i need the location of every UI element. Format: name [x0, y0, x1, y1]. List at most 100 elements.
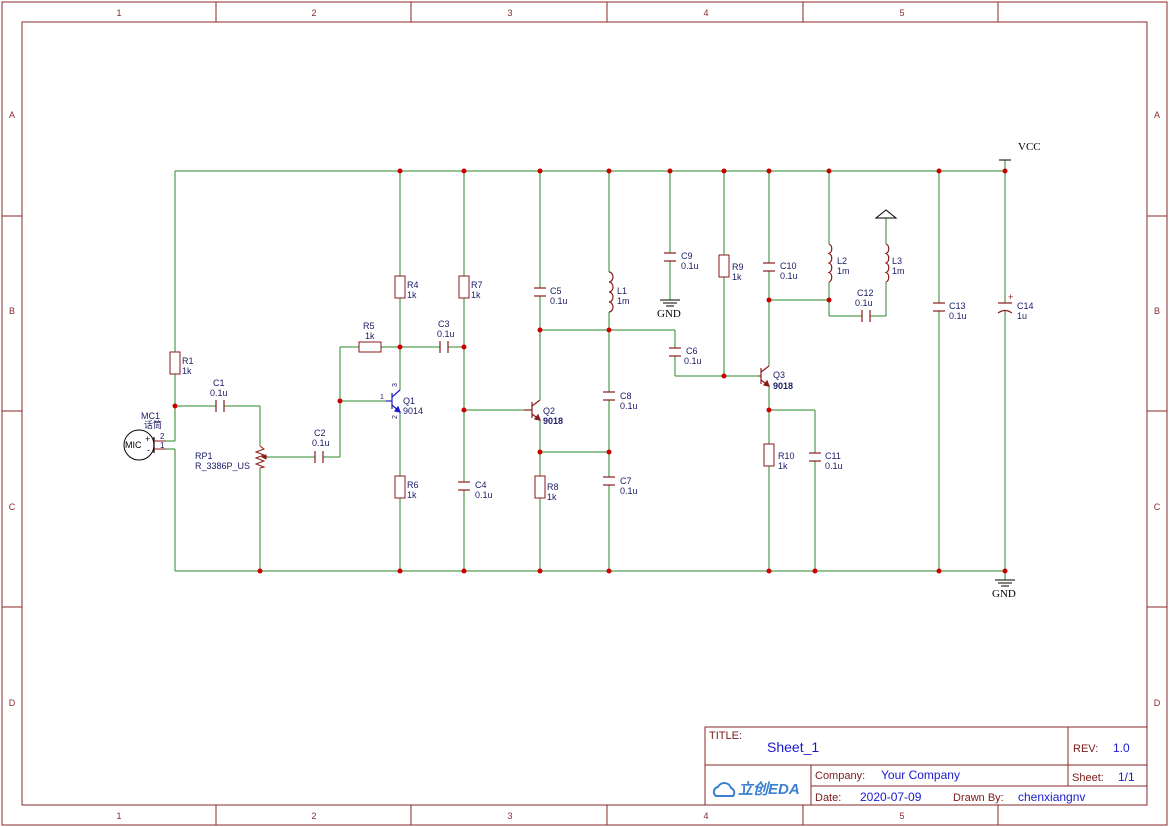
c12-ref: C12 [857, 288, 874, 298]
col-label-bottom: 3 [507, 811, 512, 821]
transistor-q1-symbol [386, 389, 401, 413]
r10-value: 1k [778, 461, 788, 471]
l1-value: 1m [617, 296, 630, 306]
r1-ref: R1 [182, 356, 194, 366]
junctions [172, 168, 1008, 574]
logo-text: 立创EDA [738, 780, 800, 798]
col-label-top: 3 [507, 8, 512, 18]
c14-value: 1u [1017, 311, 1027, 321]
c2-ref: C2 [314, 428, 326, 438]
gnd-label-c9: GND [657, 308, 681, 320]
date-key: Date: [815, 792, 841, 804]
col-label-top: 4 [703, 8, 708, 18]
c2-value: 0.1u [312, 438, 330, 448]
r5-ref: R5 [363, 321, 375, 331]
r7-value: 1k [471, 290, 481, 300]
frame-column-labels: 1 2 3 4 5 1 2 3 4 5 [116, 8, 904, 821]
l2-value: 1m [837, 266, 850, 276]
l3-ref: L3 [892, 256, 902, 266]
c7-ref: C7 [620, 476, 632, 486]
mic-body-label: MIC [125, 440, 142, 450]
mic-pin2-label: 2 [160, 432, 165, 441]
c4-ref: C4 [475, 480, 487, 490]
q2-ref: Q2 [543, 406, 555, 416]
c6-ref: C6 [686, 346, 698, 356]
r6-ref: R6 [407, 480, 419, 490]
component-labels: R1 1k C1 0.1u RP1 R_3386P_US C2 0.1u R5 … [182, 251, 1034, 502]
r9-ref: R9 [732, 262, 744, 272]
r8-value: 1k [547, 492, 557, 502]
r10-ref: R10 [778, 451, 795, 461]
l1-ref: L1 [617, 286, 627, 296]
c13-value: 0.1u [949, 311, 967, 321]
c14-plus-sign: + [1008, 292, 1013, 302]
c9-value: 0.1u [681, 261, 699, 271]
frame-row-labels: A B C D A B C D [9, 110, 1161, 708]
c10-ref: C10 [780, 261, 797, 271]
c3-ref: C3 [438, 319, 450, 329]
rev-value: 1.0 [1113, 741, 1130, 755]
q3-value: 9018 [773, 381, 793, 391]
c5-value: 0.1u [550, 296, 568, 306]
inductors [608, 243, 890, 313]
q1-value: 9014 [403, 406, 423, 416]
r5-value: 1k [365, 331, 375, 341]
r4-value: 1k [407, 290, 417, 300]
c7-value: 0.1u [620, 486, 638, 496]
capacitors [215, 252, 1013, 491]
date-value: 2020-07-09 [860, 790, 922, 804]
c9-ref: C9 [681, 251, 693, 261]
c1-ref: C1 [213, 378, 225, 388]
mc1-value: 话筒 [144, 419, 162, 430]
vcc-symbol: VCC [999, 141, 1041, 161]
mic-pin1-label: 1 [160, 441, 165, 450]
wires [166, 160, 1006, 580]
row-label-right: B [1154, 306, 1160, 316]
q1-ref: Q1 [403, 396, 415, 406]
c6-value: 0.1u [684, 356, 702, 366]
gnd-symbol-c9 [660, 299, 680, 307]
rev-key: REV: [1073, 743, 1098, 755]
c8-value: 0.1u [620, 401, 638, 411]
transistor-q3-symbol [759, 365, 770, 387]
r7-ref: R7 [471, 280, 483, 290]
r9-value: 1k [732, 272, 742, 282]
c3-value: 0.1u [437, 329, 455, 339]
row-label-right: D [1154, 698, 1161, 708]
title-key: TITLE: [709, 730, 742, 742]
rp1-value: R_3386P_US [195, 461, 250, 471]
l2-ref: L2 [837, 256, 847, 266]
c8-ref: C8 [620, 391, 632, 401]
row-label-right: A [1154, 110, 1160, 120]
gnd-label: GND [992, 588, 1016, 600]
sheet-value: 1/1 [1118, 770, 1135, 784]
drawing-frame [1, 1, 1168, 826]
drawn-by-key: Drawn By: [953, 792, 1004, 804]
row-label-left: B [9, 306, 15, 316]
r1-value: 1k [182, 366, 192, 376]
c12-value: 0.1u [855, 298, 873, 308]
q1-pin2-label: 2 [392, 415, 399, 419]
schematic-sheet: 1 2 3 4 5 1 2 3 4 5 A B C D A B C D VCC … [1, 1, 1168, 826]
q1-pin1-label: 1 [380, 394, 384, 401]
mic-plus-label: + [145, 434, 150, 444]
c11-ref: C11 [825, 451, 841, 461]
c13-ref: C13 [949, 301, 966, 311]
q2-value: 9018 [543, 416, 563, 426]
rp1-ref: RP1 [195, 451, 213, 461]
vcc-label: VCC [1018, 141, 1041, 153]
cloud-logo-icon [712, 782, 736, 797]
col-label-bottom: 2 [311, 811, 316, 821]
r6-value: 1k [407, 490, 417, 500]
gnd-symbol [995, 579, 1015, 587]
transistor-q2-symbol [524, 399, 541, 421]
c1-value: 0.1u [210, 388, 228, 398]
col-label-top: 2 [311, 8, 316, 18]
row-label-left: C [9, 502, 16, 512]
row-label-left: A [9, 110, 15, 120]
sheet-key: Sheet: [1072, 772, 1104, 784]
c14-ref: C14 [1017, 301, 1034, 311]
c4-value: 0.1u [475, 490, 493, 500]
company-key: Company: [815, 770, 865, 782]
col-label-bottom: 4 [703, 811, 708, 821]
